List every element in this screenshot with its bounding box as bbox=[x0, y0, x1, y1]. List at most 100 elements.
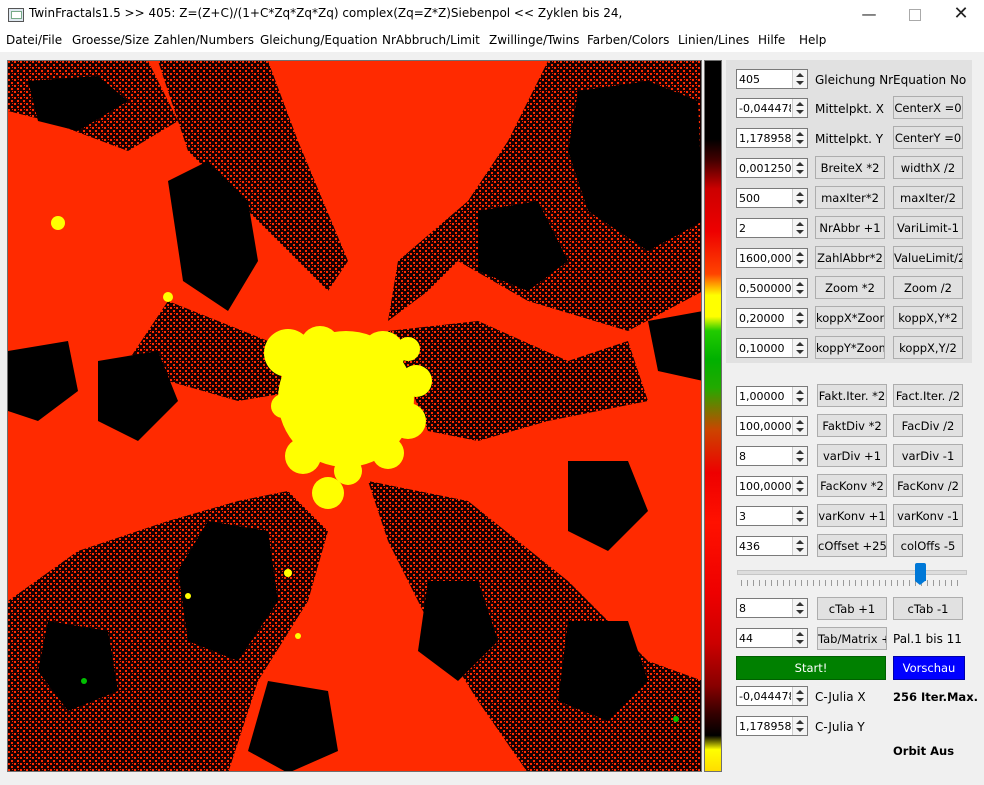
spin-arrows-icon[interactable] bbox=[792, 387, 807, 405]
spin-arrows-icon[interactable] bbox=[792, 99, 807, 117]
var-div-plus-button[interactable]: varDiv +1 bbox=[817, 444, 887, 467]
start-button[interactable]: Start! bbox=[736, 656, 886, 680]
center-x-reset-button[interactable]: CenterX =0 bbox=[893, 96, 963, 119]
nrabbr-spin[interactable] bbox=[736, 218, 808, 238]
zahlabbr-input[interactable] bbox=[737, 249, 791, 267]
minimize-button[interactable]: — bbox=[846, 0, 892, 30]
zoom-half-button[interactable]: Zoom /2 bbox=[893, 276, 963, 299]
maxiter-half-button[interactable]: maxIter/2 bbox=[893, 186, 963, 209]
color-offset-input[interactable] bbox=[737, 537, 791, 555]
julia-y-spin[interactable] bbox=[736, 716, 808, 736]
valuelimit-half-button[interactable]: ValueLimit/2 bbox=[893, 246, 963, 269]
matrix-input[interactable] bbox=[737, 629, 791, 647]
width-input[interactable] bbox=[737, 159, 791, 177]
color-offset-minus-button[interactable]: colOffs -5 bbox=[893, 534, 963, 557]
var-konv-minus-button[interactable]: varKonv -1 bbox=[893, 504, 963, 527]
koppxy-half-button[interactable]: koppX,Y/2 bbox=[893, 336, 963, 359]
fac-konv-half-button[interactable]: FacKonv /2 bbox=[893, 474, 963, 497]
spin-arrows-icon[interactable] bbox=[792, 717, 807, 735]
preview-button[interactable]: Vorschau bbox=[893, 656, 965, 680]
julia-x-input[interactable] bbox=[737, 687, 791, 705]
tab-matrix-button[interactable]: Tab/Matrix + bbox=[817, 627, 887, 650]
spin-arrows-icon[interactable] bbox=[792, 417, 807, 435]
maxiter-spin[interactable] bbox=[736, 188, 808, 208]
color-offset-plus-button[interactable]: cOffset +25 bbox=[817, 534, 887, 557]
menu-hilfe[interactable]: Hilfe bbox=[758, 33, 785, 47]
spin-arrows-icon[interactable] bbox=[792, 279, 807, 297]
center-y-input[interactable] bbox=[737, 129, 791, 147]
fractal-canvas[interactable] bbox=[7, 60, 702, 772]
ctab-input[interactable] bbox=[737, 599, 791, 617]
spin-arrows-icon[interactable] bbox=[792, 599, 807, 617]
koppy-input[interactable] bbox=[737, 339, 791, 357]
julia-y-input[interactable] bbox=[737, 717, 791, 735]
spin-arrows-icon[interactable] bbox=[792, 309, 807, 327]
spin-arrows-icon[interactable] bbox=[792, 159, 807, 177]
slider-track[interactable] bbox=[737, 570, 967, 575]
menu-lines[interactable]: Linien/Lines bbox=[678, 33, 749, 47]
koppy-spin[interactable] bbox=[736, 338, 808, 358]
var-konv-input[interactable] bbox=[737, 507, 791, 525]
var-div-spin[interactable] bbox=[736, 446, 808, 466]
fac-konv-double-button[interactable]: FacKonv *2 bbox=[817, 474, 887, 497]
menu-equation[interactable]: Gleichung/Equation bbox=[260, 33, 378, 47]
fac-div-half-button[interactable]: FacDiv /2 bbox=[893, 414, 963, 437]
maximize-button[interactable] bbox=[892, 0, 938, 30]
spin-arrows-icon[interactable] bbox=[792, 339, 807, 357]
fakt-iter-half-button[interactable]: Fact.Iter. /2 bbox=[893, 384, 963, 407]
matrix-spin[interactable] bbox=[736, 628, 808, 648]
julia-x-spin[interactable] bbox=[736, 686, 808, 706]
menu-size[interactable]: Groesse/Size bbox=[72, 33, 149, 47]
spin-arrows-icon[interactable] bbox=[792, 129, 807, 147]
spin-arrows-icon[interactable] bbox=[792, 687, 807, 705]
menu-file[interactable]: Datei/File bbox=[6, 33, 62, 47]
ctab-plus-button[interactable]: cTab +1 bbox=[817, 597, 887, 620]
fakt-div-double-button[interactable]: FaktDiv *2 bbox=[817, 414, 887, 437]
center-x-input[interactable] bbox=[737, 99, 791, 117]
spin-arrows-icon[interactable] bbox=[792, 537, 807, 555]
koppxy-double-button[interactable]: koppX,Y*2 bbox=[893, 306, 963, 329]
zoom-input[interactable] bbox=[737, 279, 791, 297]
spin-arrows-icon[interactable] bbox=[792, 219, 807, 237]
spin-arrows-icon[interactable] bbox=[792, 189, 807, 207]
spin-arrows-icon[interactable] bbox=[792, 477, 807, 495]
koppx-input[interactable] bbox=[737, 309, 791, 327]
menu-colors[interactable]: Farben/Colors bbox=[587, 33, 669, 47]
equation-input[interactable] bbox=[737, 70, 791, 88]
koppx-zoom-button[interactable]: koppX*Zoom bbox=[815, 306, 885, 329]
ctab-spin[interactable] bbox=[736, 598, 808, 618]
equation-spin[interactable] bbox=[736, 69, 808, 89]
spin-arrows-icon[interactable] bbox=[792, 70, 807, 88]
color-offset-spin[interactable] bbox=[736, 536, 808, 556]
var-div-minus-button[interactable]: varDiv -1 bbox=[893, 444, 963, 467]
maxiter-double-button[interactable]: maxIter*2 bbox=[815, 186, 885, 209]
fakt-iter-input[interactable] bbox=[737, 387, 791, 405]
var-konv-spin[interactable] bbox=[736, 506, 808, 526]
center-x-spin[interactable] bbox=[736, 98, 808, 118]
menu-twins[interactable]: Zwillinge/Twins bbox=[489, 33, 579, 47]
zoom-double-button[interactable]: Zoom *2 bbox=[815, 276, 885, 299]
slider-thumb[interactable] bbox=[914, 563, 926, 585]
var-div-input[interactable] bbox=[737, 447, 791, 465]
close-button[interactable]: ✕ bbox=[938, 0, 984, 30]
menu-help[interactable]: Help bbox=[799, 33, 826, 47]
spin-arrows-icon[interactable] bbox=[792, 447, 807, 465]
maxiter-input[interactable] bbox=[737, 189, 791, 207]
nrabbr-plus-button[interactable]: NrAbbr +1 bbox=[815, 216, 885, 239]
width-spin[interactable] bbox=[736, 158, 808, 178]
center-y-reset-button[interactable]: CenterY =0 bbox=[893, 126, 963, 149]
nrabbr-input[interactable] bbox=[737, 219, 791, 237]
fakt-iter-double-button[interactable]: Fakt.Iter. *2 bbox=[817, 384, 887, 407]
spin-arrows-icon[interactable] bbox=[792, 507, 807, 525]
zahlabbr-double-button[interactable]: ZahlAbbr*2 bbox=[815, 246, 885, 269]
zahlabbr-spin[interactable] bbox=[736, 248, 808, 268]
width-double-button[interactable]: BreiteX *2 bbox=[815, 156, 885, 179]
fakt-div-spin[interactable] bbox=[736, 416, 808, 436]
width-half-button[interactable]: widthX /2 bbox=[893, 156, 963, 179]
spin-arrows-icon[interactable] bbox=[792, 629, 807, 647]
menu-numbers[interactable]: Zahlen/Numbers bbox=[154, 33, 254, 47]
var-konv-plus-button[interactable]: varKonv +1 bbox=[817, 504, 887, 527]
menu-limit[interactable]: NrAbbruch/Limit bbox=[382, 33, 480, 47]
fac-konv-input[interactable] bbox=[737, 477, 791, 495]
varilimit-minus-button[interactable]: VariLimit-1 bbox=[893, 216, 963, 239]
